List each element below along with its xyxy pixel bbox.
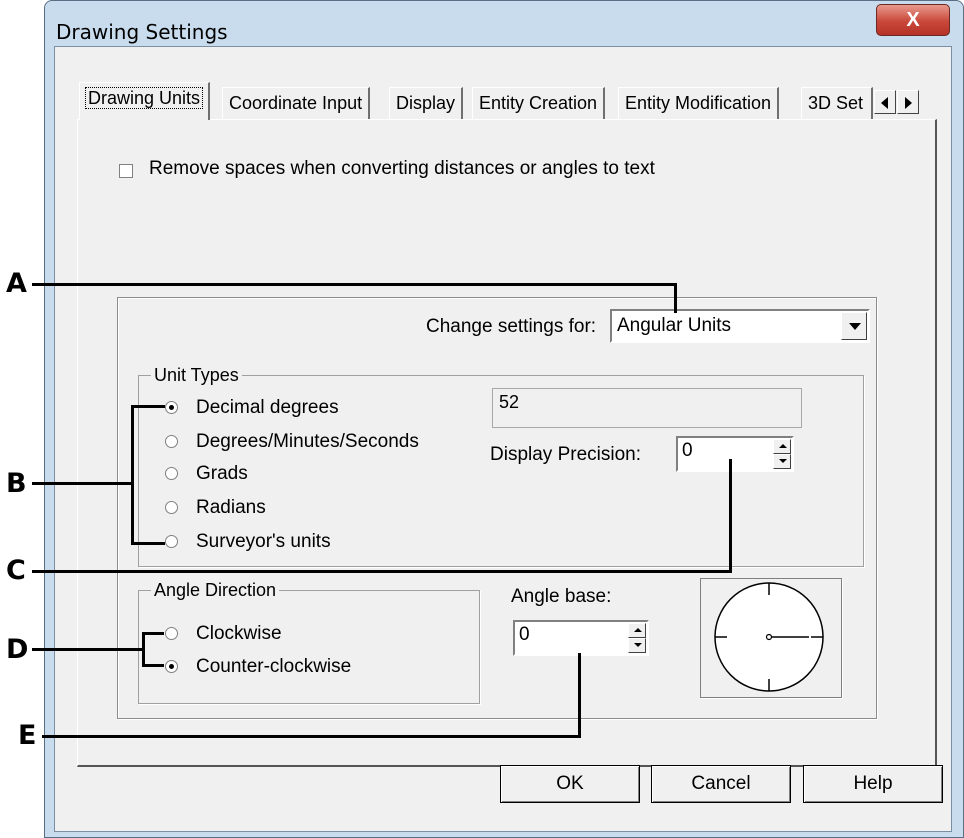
- display-precision-label: Display Precision:: [490, 444, 641, 465]
- tab-drawing-units[interactable]: Drawing Units: [79, 82, 211, 120]
- callout-d-line: [32, 648, 145, 651]
- arrow-up-icon: [779, 444, 787, 448]
- compass-icon: [714, 582, 824, 692]
- angle-base-value: 0: [519, 624, 530, 645]
- radio-decimal-degrees[interactable]: [165, 401, 178, 414]
- angle-base-label: Angle base:: [511, 586, 612, 607]
- label-radians: Radians: [196, 497, 266, 518]
- angle-preview-box: [700, 578, 842, 698]
- arrow-up-icon: [634, 628, 642, 632]
- close-button[interactable]: X: [876, 4, 950, 36]
- change-settings-dropdown[interactable]: Angular Units: [610, 309, 870, 343]
- window-title: Drawing Settings: [56, 20, 228, 44]
- callout-e-label: E: [18, 720, 37, 751]
- tab-scroll-right-button[interactable]: [897, 90, 919, 114]
- ok-button[interactable]: OK: [500, 765, 640, 803]
- arrow-right-icon: [905, 97, 912, 109]
- angle-base-spinner[interactable]: 0: [513, 620, 649, 656]
- help-button[interactable]: Help: [803, 765, 943, 803]
- arrow-down-icon: [634, 643, 642, 647]
- unit-sample-display: 52: [492, 388, 802, 428]
- radio-degrees-minutes-seconds[interactable]: [165, 435, 178, 448]
- label-counter-clockwise: Counter-clockwise: [196, 656, 352, 677]
- callout-a-line: [674, 283, 677, 313]
- arrow-left-icon: [881, 97, 888, 109]
- angle-base-up-button[interactable]: [628, 623, 646, 638]
- tab-coordinate-input[interactable]: Coordinate Input: [222, 87, 371, 119]
- callout-a-line: [32, 283, 677, 286]
- callout-a-label: A: [6, 268, 27, 299]
- label-degrees-minutes-seconds: Degrees/Minutes/Seconds: [196, 431, 419, 452]
- callout-b-line: [131, 405, 165, 408]
- arrow-down-icon: [779, 459, 787, 463]
- unit-types-legend: Unit Types: [151, 365, 242, 386]
- tab-scroll-left-button[interactable]: [874, 90, 896, 114]
- callout-b-label: B: [6, 468, 27, 499]
- callout-c-line: [729, 459, 732, 573]
- radio-surveyors-units[interactable]: [165, 535, 178, 548]
- cancel-button[interactable]: Cancel: [651, 765, 791, 803]
- label-grads: Grads: [196, 463, 248, 484]
- callout-d-label: D: [6, 634, 29, 665]
- display-precision-spinner[interactable]: 0: [676, 436, 794, 472]
- precision-down-button[interactable]: [773, 454, 791, 469]
- angle-direction-legend: Angle Direction: [151, 580, 280, 601]
- change-settings-value: Angular Units: [617, 315, 732, 336]
- chevron-down-icon: [849, 323, 861, 330]
- callout-d-line: [142, 632, 164, 635]
- label-clockwise: Clockwise: [196, 623, 282, 644]
- precision-up-button[interactable]: [773, 439, 791, 454]
- callout-c-line: [32, 570, 732, 573]
- remove-spaces-checkbox[interactable]: [119, 164, 133, 178]
- dropdown-button[interactable]: [841, 312, 867, 340]
- radio-clockwise[interactable]: [165, 627, 178, 640]
- radio-grads[interactable]: [165, 467, 178, 480]
- tab-entity-creation[interactable]: Entity Creation: [472, 87, 606, 119]
- tab-3d-settings[interactable]: 3D Set: [801, 87, 873, 119]
- radio-radians[interactable]: [165, 501, 178, 514]
- radio-counter-clockwise[interactable]: [165, 660, 178, 673]
- callout-b-line: [32, 482, 134, 485]
- tab-display[interactable]: Display: [389, 87, 464, 119]
- callout-b-line: [131, 405, 134, 545]
- callout-e-line: [578, 653, 581, 738]
- tab-entity-modification[interactable]: Entity Modification: [618, 87, 780, 119]
- callout-d-line: [142, 664, 164, 667]
- label-decimal-degrees: Decimal degrees: [196, 397, 339, 418]
- remove-spaces-label: Remove spaces when converting distances …: [149, 158, 655, 179]
- display-precision-value: 0: [682, 440, 693, 461]
- callout-d-line: [142, 632, 145, 667]
- callout-c-label: C: [6, 555, 26, 586]
- callout-e-line: [42, 735, 581, 738]
- angle-base-down-button[interactable]: [628, 638, 646, 653]
- label-surveyors-units: Surveyor's units: [196, 531, 331, 552]
- change-settings-label: Change settings for:: [426, 316, 597, 337]
- callout-b-line: [131, 542, 165, 545]
- angle-direction-group: Angle Direction: [138, 580, 480, 704]
